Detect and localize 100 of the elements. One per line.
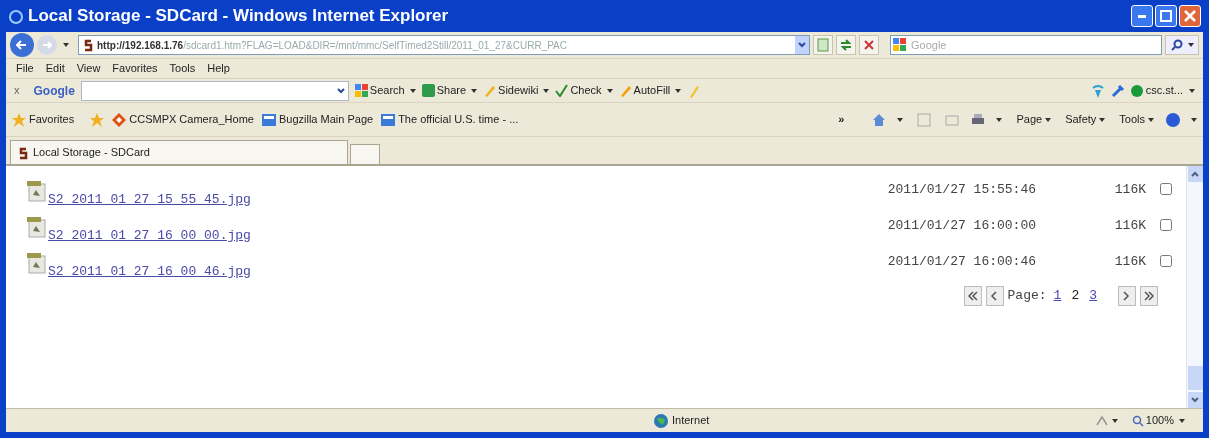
toolbar-button[interactable]: Sidewiki [483,82,550,99]
menu-item[interactable]: Edit [45,60,65,77]
tab[interactable]: Local Storage - SDCard [10,140,348,164]
chevron-down-icon [798,42,806,48]
circle-icon [1130,84,1143,97]
arrow-right-icon [42,40,52,50]
next-page-button[interactable] [1118,286,1136,306]
current-page: 2 [1070,287,1081,306]
home-icon [872,112,887,127]
toolbar-button[interactable]: Check [555,82,613,99]
favorite-link[interactable]: CCSMPX Camera_Home [112,111,254,128]
zoom-button[interactable]: 100% [1131,412,1185,429]
caret-icon [1179,418,1185,423]
caret-icon [1111,418,1118,423]
file-checkbox[interactable] [1160,183,1172,195]
squares-icon [893,38,907,52]
new-tab-button[interactable] [350,144,380,164]
maximize-button[interactable] [1155,5,1177,27]
caret-icon [1191,117,1197,122]
zone-indicator: Internet [654,412,710,429]
globe-icon [654,413,668,428]
toolbar-button[interactable]: AutoFill [618,82,682,99]
file-link[interactable]: S2_2011_01_27_16_00_00.jpg [48,226,251,246]
scroll-thumb[interactable] [1187,366,1203,390]
menu-item[interactable]: File [16,60,34,77]
favorite-link[interactable]: Bugzilla Main Page [261,111,374,128]
page-icon [816,38,830,52]
page-link[interactable]: 1 [1050,286,1065,306]
favorites-button[interactable]: Favorites [12,111,75,128]
favorite-link[interactable]: The official U.S. time - ... [381,111,519,128]
magnifier-icon [1131,414,1144,427]
chevron-down-icon [336,87,345,94]
first-page-button[interactable] [963,286,982,306]
window-icon [381,112,396,127]
date-text: 2011/01/27 15:55:46 [887,181,1036,199]
close-icon [862,38,876,52]
command-menu[interactable]: Safety [1065,111,1106,128]
file-link[interactable]: S2_2011_01_27_15_55_45.jpg [48,190,251,210]
toolbar-button[interactable]: Share [421,82,478,99]
arrows-icon [839,38,853,52]
command-menu[interactable]: Page [1016,111,1052,128]
maximize-icon [1159,9,1173,23]
file-checkbox[interactable] [1160,255,1172,267]
search-field[interactable]: Google [890,35,1162,55]
wrench-icon [1110,83,1125,98]
star-icon [90,112,105,127]
scrollbar[interactable] [1186,166,1203,408]
window-icon [261,112,276,127]
caret-icon [996,117,1003,122]
minimize-icon [1138,14,1146,18]
pencil-icon [483,84,497,97]
toolbar-button[interactable]: Search [354,82,416,99]
page-label: Page: [1007,287,1047,306]
checkmark-icon [555,84,569,97]
menu-item[interactable]: Help [207,60,230,77]
diamond-icon [112,112,127,127]
refresh-button[interactable] [836,35,856,55]
search-icon [1170,39,1183,51]
caret-icon [1099,117,1106,122]
caret-icon [606,88,613,93]
caret-icon [1187,43,1194,47]
prev-page-button[interactable] [985,286,1004,306]
file-checkbox[interactable] [1160,219,1172,231]
dropdown-button[interactable] [795,36,809,54]
caret-icon [675,88,682,93]
site-icon [17,145,29,160]
signal-icon [1090,83,1105,98]
file-link[interactable]: S2_2011_01_27_16_00_46.jpg [48,262,251,282]
close-toolbar-button[interactable]: x [14,82,20,99]
image-file-icon [26,180,46,202]
command-menu[interactable]: Tools [1119,111,1154,128]
account-button[interactable]: csc.st... [1130,82,1195,99]
double-arrow-right-icon [1143,291,1155,301]
squares-icon [354,84,368,97]
arrow-left-icon [16,39,28,51]
menu-item[interactable]: View [76,60,101,77]
google-search-field[interactable] [80,80,349,101]
address-field[interactable]: http://192.168.1.76/sdcard1.htm?FLAG=LOAD&DIR=/mnt/mmc/SelfTimed2Still/2011_01_27&CURR_PAC [78,35,810,55]
stop-button[interactable] [859,35,879,55]
search-button[interactable] [1165,35,1199,55]
page-link[interactable]: 3 [1086,286,1100,306]
menu-item[interactable]: Favorites [112,60,158,77]
date-text: 2011/01/27 16:00:00 [887,217,1036,235]
image-file-icon [26,216,46,238]
overflow-button[interactable]: » [838,111,845,128]
window-title: Local Storage - SDCard - Windows Internet Explorer [28,5,450,28]
image-file-icon [26,252,46,274]
caret-icon [409,88,416,93]
caret-icon [543,88,550,93]
date-text: 2011/01/27 16:00:46 [887,253,1036,271]
size-text: 116K [1113,217,1146,235]
minimize-button[interactable] [1131,5,1153,27]
pencil-icon [687,83,700,98]
chevron-down-icon [1191,397,1199,403]
back-button[interactable] [10,33,34,57]
menu-item[interactable]: Tools [169,60,196,77]
close-button[interactable] [1179,5,1201,27]
last-page-button[interactable] [1140,286,1158,306]
square-icon [421,84,435,97]
size-text: 116K [1113,181,1146,199]
